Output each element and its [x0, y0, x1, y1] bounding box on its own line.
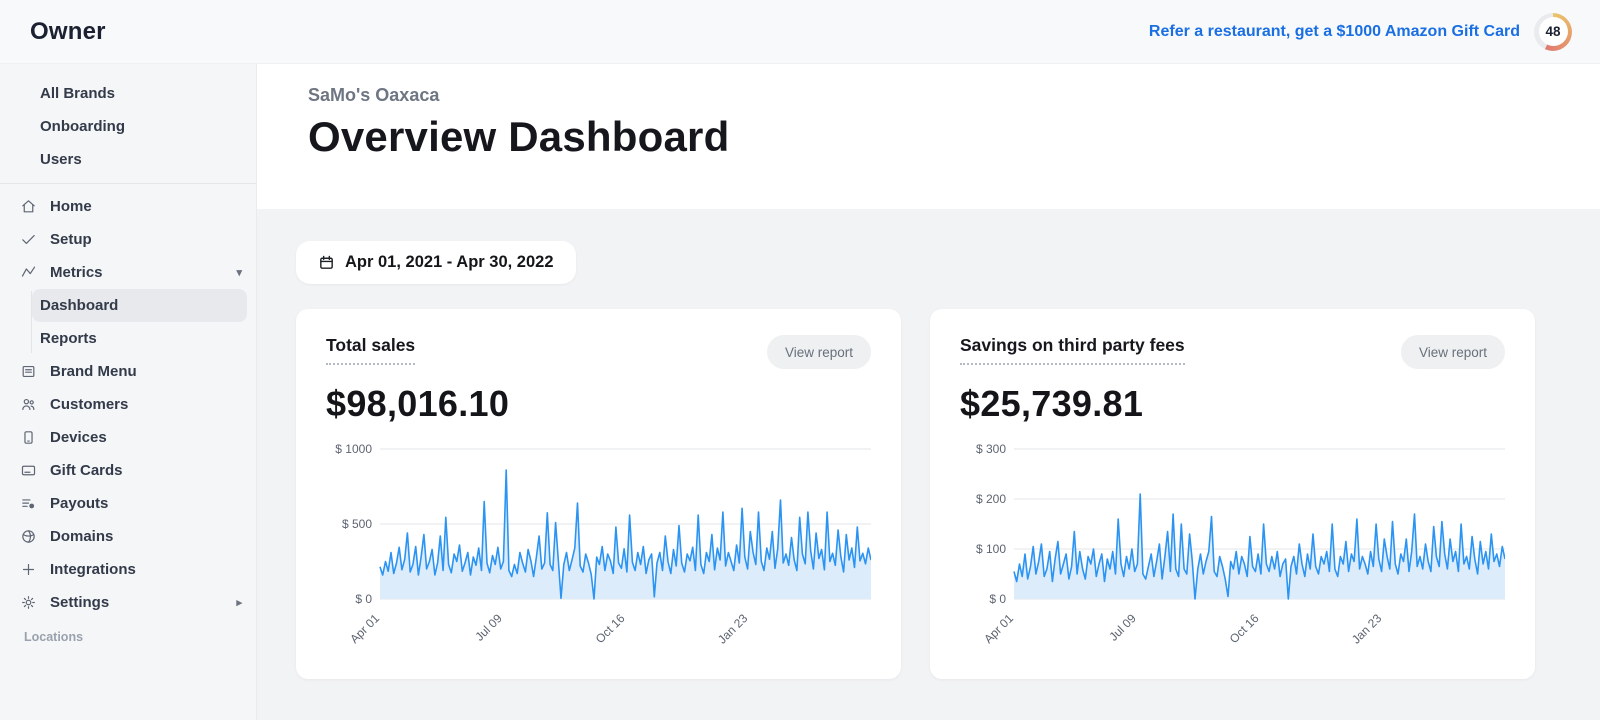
subnav-rail [31, 291, 32, 353]
referral-link[interactable]: Refer a restaurant, get a $1000 Amazon G… [1149, 23, 1520, 41]
total-sales-chart: $ 0 $ 500 $ 1000 Apr 01 Jul 09 Oct 16 Jan 23 [326, 439, 872, 656]
third-party-savings-title: Savings on third party fees [960, 335, 1185, 365]
sidebar: All Brands Onboarding Users Home Setup M… [0, 64, 257, 720]
page-title: Overview Dashboard [308, 113, 730, 160]
svg-text:Jul 09: Jul 09 [1106, 611, 1139, 644]
sidebar-item-all-brands[interactable]: All Brands [0, 77, 256, 110]
gift-cards-label: Gift Cards [50, 462, 123, 479]
sidebar-item-settings[interactable]: Settings ▸ [0, 586, 256, 619]
calendar-icon [320, 255, 333, 269]
top-bar: Owner Refer a restaurant, get a $1000 Am… [0, 0, 1600, 64]
domains-label: Domains [50, 528, 114, 545]
sidebar-item-metrics[interactable]: Metrics ▾ [0, 256, 256, 289]
sidebar-item-onboarding[interactable]: Onboarding [0, 110, 256, 143]
metrics-subnav: Dashboard Reports [0, 289, 256, 355]
third-party-savings-card: Savings on third party fees View report … [930, 309, 1535, 679]
owner-logo[interactable]: Owner [30, 18, 106, 46]
check-icon [19, 231, 37, 249]
cards-row: Total sales View report $98,016.10 $ 0 $ … [296, 309, 1600, 679]
payouts-label: Payouts [50, 495, 109, 512]
sidebar-item-reports[interactable]: Reports [32, 322, 247, 355]
setup-label: Setup [50, 231, 92, 248]
svg-text:$ 1000: $ 1000 [335, 442, 372, 456]
main-content: Apr 01, 2021 - Apr 30, 2022 Total sales … [257, 209, 1600, 720]
sidebar-item-integrations[interactable]: Integrations [0, 553, 256, 586]
sidebar-item-dashboard[interactable]: Dashboard [32, 289, 247, 322]
domains-icon [19, 528, 37, 546]
customers-label: Customers [50, 396, 129, 413]
date-range-picker[interactable]: Apr 01, 2021 - Apr 30, 2022 [296, 241, 576, 284]
svg-text:$ 200: $ 200 [976, 492, 1006, 506]
breadcrumb-brand-name: SaMo's Oaxaca [308, 85, 440, 105]
integrations-icon [19, 561, 37, 579]
third-party-savings-value: $25,739.81 [960, 383, 1144, 424]
page-header: SaMo's Oaxaca Overview Dashboard [257, 64, 1600, 209]
third-party-savings-chart: $ 0 $ 100 $ 200 $ 300 Apr 01 Jul 09 Oct 16 Jan … [960, 439, 1506, 656]
sidebar-item-domains[interactable]: Domains [0, 520, 256, 553]
sidebar-item-customers[interactable]: Customers [0, 388, 256, 421]
svg-text:$ 300: $ 300 [976, 442, 1006, 456]
svg-text:$ 0: $ 0 [355, 592, 372, 606]
sidebar-item-brand-menu[interactable]: Brand Menu [0, 355, 256, 388]
customers-icon [19, 396, 37, 414]
chevron-right-icon: ▸ [236, 597, 242, 609]
svg-text:$ 0: $ 0 [989, 592, 1006, 606]
svg-text:Apr 01: Apr 01 [347, 611, 382, 646]
total-sales-title: Total sales [326, 335, 416, 365]
devices-label: Devices [50, 429, 107, 446]
locations-section-label: Locations [24, 630, 84, 644]
chevron-down-icon: ▾ [236, 267, 242, 279]
sidebar-divider [0, 183, 256, 184]
svg-text:Jul 09: Jul 09 [472, 611, 505, 644]
sidebar-item-setup[interactable]: Setup [0, 223, 256, 256]
view-report-button-savings[interactable]: View report [1400, 335, 1505, 369]
svg-text:Apr 01: Apr 01 [981, 611, 1016, 646]
settings-label: Settings [50, 594, 110, 611]
svg-text:Oct 16: Oct 16 [593, 611, 628, 646]
dashboard-label: Dashboard [40, 297, 119, 314]
metrics-label: Metrics [50, 264, 103, 281]
metrics-icon [19, 264, 37, 282]
total-sales-value: $98,016.10 [326, 383, 510, 424]
sidebar-item-devices[interactable]: Devices [0, 421, 256, 454]
all-brands-label: All Brands [40, 85, 116, 102]
brand-menu-icon [19, 363, 37, 381]
score-value: 48 [1538, 17, 1568, 46]
svg-text:Jan 23: Jan 23 [1349, 611, 1385, 647]
sidebar-item-users[interactable]: Users [0, 143, 256, 176]
users-label: Users [40, 151, 82, 168]
svg-text:$ 500: $ 500 [342, 517, 372, 531]
brand-menu-label: Brand Menu [50, 363, 137, 380]
date-range-label: Apr 01, 2021 - Apr 30, 2022 [345, 253, 554, 271]
score-ring-badge[interactable]: 48 [1534, 12, 1572, 51]
home-icon [19, 198, 37, 216]
svg-text:$ 100: $ 100 [976, 542, 1006, 556]
sidebar-item-home[interactable]: Home [0, 190, 256, 223]
view-report-button-total-sales[interactable]: View report [766, 335, 871, 369]
svg-text:Oct 16: Oct 16 [1227, 611, 1262, 646]
sidebar-item-gift-cards[interactable]: Gift Cards [0, 454, 256, 487]
payouts-icon [19, 495, 37, 513]
home-label: Home [50, 198, 92, 215]
settings-gear-icon [19, 594, 37, 612]
sidebar-item-payouts[interactable]: Payouts [0, 487, 256, 520]
onboarding-label: Onboarding [40, 118, 125, 135]
reports-label: Reports [40, 330, 97, 347]
devices-icon [19, 429, 37, 447]
gift-cards-icon [19, 462, 37, 480]
svg-text:Jan 23: Jan 23 [715, 611, 751, 647]
total-sales-card: Total sales View report $98,016.10 $ 0 $ … [296, 309, 901, 679]
integrations-label: Integrations [50, 561, 136, 578]
